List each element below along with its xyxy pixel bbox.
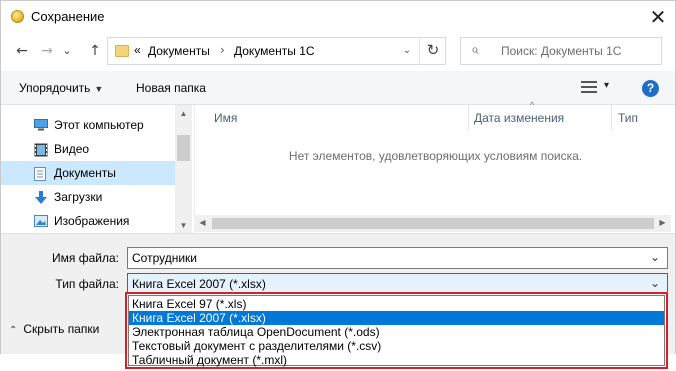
chevron-down-icon[interactable]: ⌄ [650,276,660,290]
documents-icon [34,167,48,181]
breadcrumb-item-documents[interactable]: Документы [148,44,210,58]
breadcrumb-item-documents-1c[interactable]: Документы 1С [234,44,315,58]
filetype-dropdown-list: Книга Excel 97 (*.xls) Книга Excel 2007 … [125,292,668,369]
filetype-value: Книга Excel 2007 (*.xlsx) [132,277,266,291]
hide-folders-button[interactable]: ⌃ Скрыть папки [9,322,99,336]
file-list: ^ Имя Дата изменения Тип Нет элементов, … [194,100,675,233]
new-folder-button[interactable]: Новая папка [136,81,206,95]
search-icon: ⌕ [471,42,479,58]
search-input[interactable]: Поиск: Документы 1С [501,44,621,58]
nav-pane-scrollbar[interactable]: ▲ ▼ [175,105,192,233]
back-arrow-icon[interactable]: ← [12,41,32,61]
pictures-icon [34,215,48,227]
search-box[interactable]: ⌕ Поиск: Документы 1С [460,37,662,65]
chevron-down-icon[interactable]: ⌄ [650,250,660,264]
video-icon [34,143,48,157]
organize-button[interactable]: Упорядочить ▼ [19,81,103,95]
downloads-icon [34,191,48,204]
column-header-name[interactable]: Имя [214,111,237,125]
close-icon[interactable]: ✕ [645,4,671,30]
refresh-icon[interactable]: ↻ [419,37,446,65]
breadcrumb-overflow[interactable]: « [134,43,141,57]
sidebar-item-label: Изображения [54,214,130,228]
filename-label: Имя файла: [52,251,119,265]
recent-locations-chevron-icon[interactable]: ⌄ [61,41,73,61]
sidebar-item-this-pc[interactable]: Этот компьютер [1,113,175,137]
filename-field[interactable]: Сотрудники ⌄ [127,247,668,269]
file-list-scroll-thumb[interactable] [212,218,654,229]
nav-pane-scroll-thumb[interactable] [177,135,190,161]
scroll-left-icon[interactable]: ◀ [194,218,211,227]
filetype-option-ods[interactable]: Электронная таблица OpenDocument (*.ods) [129,325,664,339]
window-title: Сохранение [31,9,105,24]
help-icon[interactable]: ? [642,80,659,97]
filetype-options: Книга Excel 97 (*.xls) Книга Excel 2007 … [128,295,665,367]
scroll-up-icon[interactable]: ▲ [175,109,192,118]
up-arrow-icon[interactable]: ↑ [85,41,105,61]
sidebar-item-video[interactable]: Видео [1,137,175,161]
empty-folder-message: Нет элементов, удовлетворяющих условиям … [288,149,583,163]
sort-ascending-icon: ^ [530,100,535,110]
forward-arrow-icon[interactable]: → [37,41,57,61]
sidebar-item-label: Видео [54,142,90,156]
sidebar-item-label: Загрузки [54,190,103,204]
sidebar-item-downloads[interactable]: Загрузки [1,185,175,209]
chevron-up-icon: ⌃ [9,325,18,336]
filetype-option-mxl[interactable]: Табличный документ (*.mxl) [129,353,664,367]
filetype-label: Тип файла: [55,277,119,291]
navigation-pane: Этот компьютер Видео Документы Загрузки … [1,105,193,233]
computer-icon [34,119,48,131]
view-dropdown-icon[interactable]: ▾ [604,80,609,91]
filetype-option-xls[interactable]: Книга Excel 97 (*.xls) [129,297,664,311]
sidebar-item-documents[interactable]: Документы [1,161,175,185]
address-dropdown-icon[interactable]: ⌄ [398,37,416,65]
filename-value: Сотрудники [132,251,197,265]
chevron-right-icon[interactable]: › [220,43,225,57]
folder-icon [115,45,129,57]
sidebar-item-label: Документы [54,166,116,180]
column-divider[interactable] [611,105,612,131]
sidebar-item-pictures[interactable]: Изображения [1,209,175,233]
column-divider[interactable] [468,105,469,131]
address-bar[interactable]: « Документы › Документы 1С [107,37,446,65]
scroll-down-icon[interactable]: ▼ [175,221,192,230]
app-icon [11,10,24,23]
organize-label: Упорядочить [19,81,91,95]
column-header-date-modified[interactable]: Дата изменения [474,111,564,125]
scroll-right-icon[interactable]: ▶ [654,218,671,227]
filetype-option-csv[interactable]: Текстовый документ с разделителями (*.cs… [129,339,664,353]
filetype-option-xlsx[interactable]: Книга Excel 2007 (*.xlsx) [129,311,664,325]
title-bar: Сохранение ✕ [1,1,675,33]
view-options-icon[interactable] [581,80,597,94]
caret-down-icon: ▼ [94,84,104,94]
sidebar-item-label: Этот компьютер [54,118,144,132]
hide-folders-label: Скрыть папки [23,322,100,336]
toolbar: Упорядочить ▼ Новая папка ▾ ? [1,71,675,105]
column-header-type[interactable]: Тип [618,111,638,125]
